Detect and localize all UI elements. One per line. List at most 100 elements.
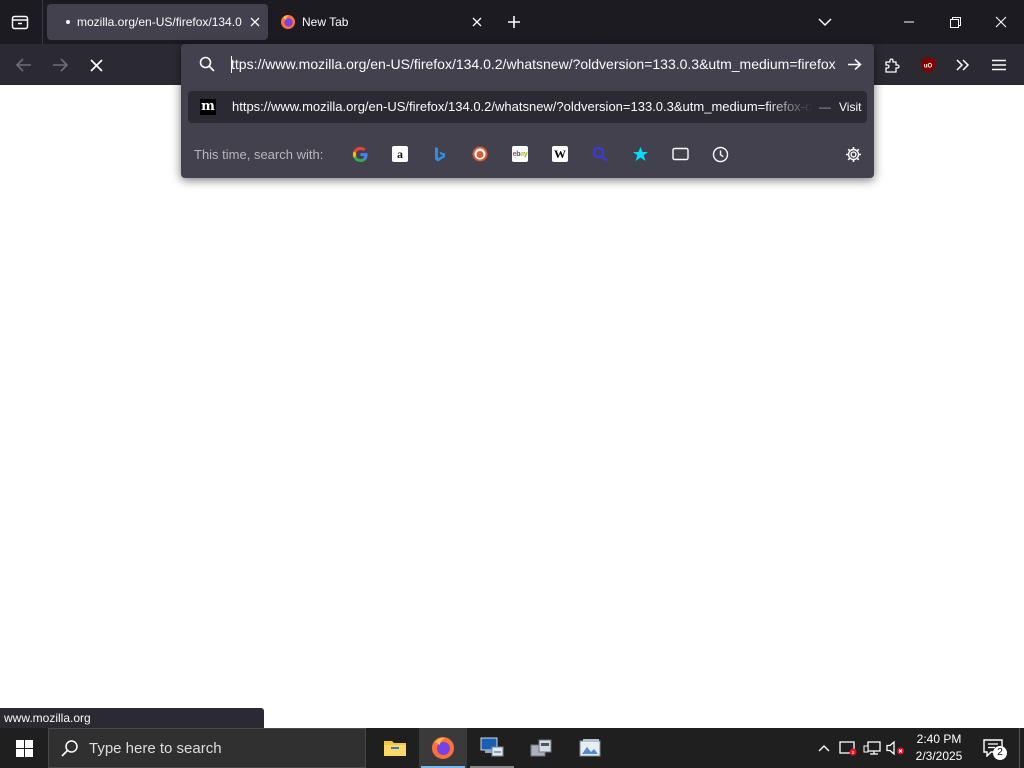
ublock-origin-button[interactable]: uO — [913, 50, 943, 80]
go-button[interactable] — [842, 52, 866, 76]
taskbar-clock[interactable]: 2:40 PM 2/3/2025 — [906, 731, 972, 765]
google-icon — [352, 146, 368, 162]
minimize-icon — [904, 21, 914, 23]
minimize-button[interactable] — [886, 0, 932, 44]
search-settings-button[interactable] — [843, 144, 863, 164]
search-engine-icon — [592, 146, 608, 162]
show-desktop-button[interactable] — [1019, 728, 1024, 768]
app-menu-button[interactable] — [984, 50, 1014, 80]
tabstrip-divider — [42, 0, 43, 44]
gear-icon — [845, 146, 861, 162]
start-button[interactable] — [0, 728, 48, 768]
firefox-view-button[interactable] — [6, 8, 34, 36]
page-content-area[interactable] — [0, 85, 1024, 728]
ebay-search-button[interactable]: ebay — [510, 144, 530, 164]
back-button[interactable] — [9, 50, 39, 80]
folder-icon — [384, 741, 406, 756]
extensions-button[interactable] — [877, 50, 907, 80]
arrow-right-icon — [847, 58, 862, 70]
new-tab-button[interactable] — [500, 8, 528, 36]
windows-logo-icon — [15, 739, 33, 757]
amazon-icon: a — [392, 146, 408, 162]
taskbar-search-box[interactable]: Type here to search — [48, 728, 366, 768]
volume-tray-button[interactable] — [886, 738, 906, 758]
duckduckgo-icon — [472, 146, 488, 162]
restore-icon — [949, 16, 961, 28]
show-hidden-icons-button[interactable] — [814, 738, 834, 758]
file-explorer-taskbar-button[interactable] — [371, 728, 419, 768]
search-icon — [199, 56, 215, 72]
clock-date: 2/3/2025 — [915, 749, 963, 763]
history-icon — [712, 146, 728, 162]
taskbar-search-placeholder: Type here to search — [89, 739, 222, 757]
close-window-button[interactable] — [978, 0, 1024, 44]
windows-taskbar: Type here to search x 2:40 PM 2/3/2025 2 — [0, 728, 1024, 768]
network-tray-button[interactable] — [862, 738, 882, 758]
forward-arrow-icon — [53, 58, 68, 72]
image-app-taskbar-button[interactable] — [566, 728, 614, 768]
suggestion-url: https://www.mozilla.org/en-US/firefox/13… — [232, 99, 812, 114]
duckduckgo-search-button[interactable] — [470, 144, 490, 164]
chevron-up-icon — [818, 745, 830, 752]
double-chevron-right-icon — [956, 59, 970, 71]
search-tabs-button[interactable] — [670, 144, 690, 164]
ublock-origin-icon: uO — [921, 57, 935, 73]
forward-button[interactable] — [45, 50, 75, 80]
status-panel: www.mozilla.org — [0, 708, 264, 728]
tab-title: mozilla.org/en-US/firefox/134.0.2/whatsn… — [77, 15, 242, 29]
network-icon — [863, 741, 881, 755]
search-with-label: This time, search with: — [194, 147, 324, 162]
svg-text:uO: uO — [924, 64, 933, 70]
close-icon — [472, 17, 482, 27]
wikipedia-search-button[interactable]: W — [550, 144, 570, 164]
plus-icon — [508, 16, 520, 28]
other-engine-search-button[interactable] — [590, 144, 610, 164]
bookmarks-icon — [632, 146, 648, 161]
tab-title: New Tab — [302, 15, 349, 29]
clock-time: 2:40 PM — [916, 732, 962, 746]
url-suggestion-row[interactable]: m https://www.mozilla.org/en-US/firefox/… — [188, 91, 867, 123]
search-history-button[interactable] — [710, 144, 730, 164]
text-caret — [231, 56, 232, 73]
hamburger-menu-icon — [992, 59, 1006, 71]
list-all-tabs-button[interactable] — [810, 8, 840, 36]
tab-close-button[interactable] — [464, 9, 490, 35]
stop-icon — [89, 58, 103, 72]
security-alert-icon: x — [839, 741, 857, 756]
amazon-search-button[interactable]: a — [390, 144, 410, 164]
url-input[interactable]: ttps://www.mozilla.org/en-US/firefox/134… — [231, 53, 841, 75]
action-center-button[interactable]: 2 — [978, 734, 1008, 762]
url-search-button[interactable] — [197, 54, 217, 74]
google-search-button[interactable] — [350, 144, 370, 164]
picture-icon — [579, 739, 601, 757]
wikipedia-icon: W — [552, 146, 568, 162]
speaker-muted-icon — [886, 740, 904, 756]
puzzle-piece-icon — [884, 57, 900, 73]
firefox-view-icon — [11, 15, 29, 30]
tab-strip: mozilla.org/en-US/firefox/134.0.2/whatsn… — [0, 0, 1024, 44]
bing-search-button[interactable] — [430, 144, 450, 164]
search-bookmarks-button[interactable] — [630, 144, 650, 164]
stop-button[interactable] — [81, 50, 111, 80]
firefox-taskbar-button[interactable] — [419, 728, 467, 768]
computer-network-icon — [480, 737, 504, 757]
suggestion-action: Visit — [839, 100, 862, 114]
firefox-logo-icon — [281, 15, 295, 29]
back-arrow-icon — [16, 58, 31, 72]
devices-icon — [530, 739, 552, 757]
devices-app-taskbar-button[interactable] — [517, 728, 565, 768]
tab-mozilla-whatsnew[interactable]: mozilla.org/en-US/firefox/134.0.2/whatsn… — [47, 4, 268, 40]
url-bar-dropdown: ttps://www.mozilla.org/en-US/firefox/134… — [181, 44, 874, 178]
mozilla-favicon-icon: m — [200, 99, 216, 115]
tab-new-tab[interactable]: New Tab — [270, 4, 492, 40]
close-icon — [995, 16, 1007, 28]
more-tools-button[interactable] — [948, 50, 978, 80]
tabs-icon — [671, 147, 689, 161]
ebay-icon: ebay — [512, 146, 528, 162]
network-app-taskbar-button[interactable] — [468, 728, 516, 768]
security-tray-button[interactable]: x — [838, 738, 858, 758]
firefox-logo-icon — [432, 737, 454, 759]
tab-close-button[interactable] — [242, 9, 268, 35]
restore-button[interactable] — [932, 0, 978, 44]
chevron-down-icon — [818, 18, 832, 27]
